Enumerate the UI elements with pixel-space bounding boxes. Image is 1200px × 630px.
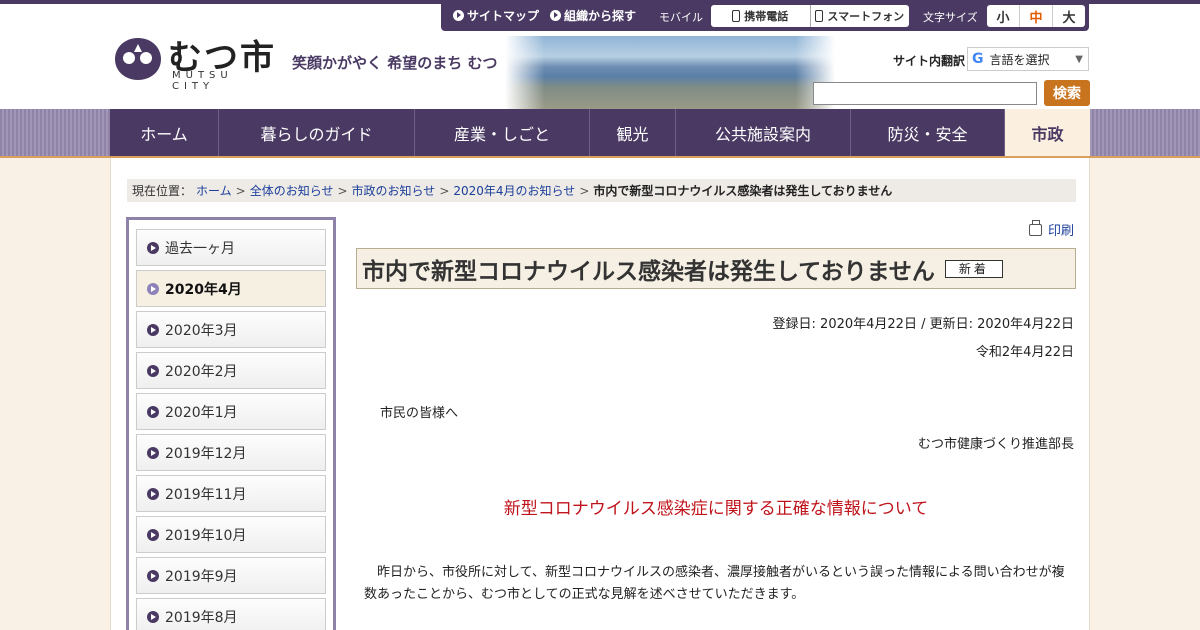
- font-size-group: 小 中 大: [987, 5, 1085, 27]
- header-photo: [505, 36, 835, 109]
- global-nav-bar: ホーム 暮らしのガイド 産業・しごと 観光 公共施設案内 防災・安全 市政: [0, 109, 1200, 158]
- breadcrumb-separator: >: [337, 183, 348, 198]
- breadcrumb-link-home[interactable]: ホーム: [196, 182, 232, 199]
- archive-sidebar: 過去一ヶ月 2020年4月 2020年3月 2020年2月 2020年1月 20…: [126, 217, 336, 630]
- page-title: 市内で新型コロナウイルス感染者は発生しておりません: [362, 258, 935, 285]
- article-headline: 新型コロナウイルス感染症に関する正確な情報について: [503, 499, 929, 519]
- arrow-bullet-icon: [147, 528, 159, 541]
- main-content: 現在位置： ホーム > 全体のお知らせ > 市政のお知らせ > 2020年4月のお知ら…: [110, 158, 1090, 630]
- sitemap-link[interactable]: サイトマップ: [453, 7, 539, 24]
- arrow-bullet-icon: [147, 569, 159, 582]
- printer-icon: [1029, 219, 1042, 236]
- nav-industry-work[interactable]: 産業・しごと: [414, 109, 589, 156]
- sidebar-item-2020-04[interactable]: 2020年4月: [136, 270, 326, 307]
- font-size-small-button[interactable]: 小: [987, 5, 1019, 27]
- breadcrumb-link-city-news[interactable]: 市政のお知らせ: [352, 182, 436, 199]
- article-title-box: 市内で新型コロナウイルス感染者は発生しておりません 新着: [356, 248, 1076, 289]
- logo-subtext: MUTSU CITY: [172, 70, 233, 92]
- font-size-label: 文字サイズ: [923, 11, 978, 24]
- sidebar-item-2019-09[interactable]: 2019年9月: [136, 557, 326, 594]
- arrow-bullet-icon: [147, 610, 159, 623]
- org-search-link[interactable]: 組織から探す: [550, 7, 636, 24]
- nav-disaster-safety[interactable]: 防災・安全: [850, 109, 1004, 156]
- arrow-bullet-icon: [550, 10, 561, 21]
- sidebar-item-2019-10[interactable]: 2019年10月: [136, 516, 326, 553]
- breadcrumb-prefix: 現在位置：: [132, 184, 193, 198]
- arrow-bullet-icon: [147, 364, 159, 377]
- print-link[interactable]: 印刷: [1029, 219, 1074, 239]
- greeting: 市民の皆様へ: [380, 406, 459, 421]
- breadcrumb-current: 市内で新型コロナウイルス感染者は発生しておりません: [593, 184, 893, 198]
- nav-public-facilities[interactable]: 公共施設案内: [675, 109, 850, 156]
- sidebar-item-2020-01[interactable]: 2020年1月: [136, 393, 326, 430]
- utility-bar: サイトマップ 組織から探す モバイル 携帯電話 スマートフォン 文字サイズ 小 …: [441, 0, 1089, 31]
- search-input[interactable]: [813, 82, 1037, 105]
- arrow-bullet-icon: [453, 10, 464, 21]
- smartphone-icon: [815, 10, 824, 22]
- sidebar-item-2020-03[interactable]: 2020年3月: [136, 311, 326, 348]
- arrow-bullet-icon: [147, 282, 159, 295]
- sidebar-item-2019-12[interactable]: 2019年12月: [136, 434, 326, 471]
- arrow-bullet-icon: [147, 487, 159, 500]
- search-button[interactable]: 検索: [1044, 80, 1090, 106]
- language-select-label: 言語を選択: [989, 52, 1050, 67]
- arrow-bullet-icon: [147, 241, 159, 254]
- font-size-large-button[interactable]: 大: [1052, 5, 1085, 27]
- article-date: 令和2年4月22日: [975, 345, 1074, 360]
- nav-tourism[interactable]: 観光: [589, 109, 675, 156]
- chevron-down-icon: ▼: [1075, 53, 1083, 65]
- breadcrumb-link-april-news[interactable]: 2020年4月のお知らせ: [453, 182, 575, 199]
- nav-living-guide[interactable]: 暮らしのガイド: [218, 109, 414, 156]
- sender: むつ市健康づくり推進部長: [917, 437, 1074, 452]
- breadcrumb: 現在位置： ホーム > 全体のお知らせ > 市政のお知らせ > 2020年4月のお知ら…: [127, 179, 1076, 202]
- global-nav: ホーム 暮らしのガイド 産業・しごと 観光 公共施設案内 防災・安全 市政: [110, 109, 1090, 156]
- article-body: 昨日から、市役所に対して、新型コロナウイルスの感染者、濃厚接触者がいるという誤っ…: [364, 565, 1065, 602]
- sidebar-item-2019-08[interactable]: 2019年8月: [136, 598, 326, 630]
- city-emblem-icon: [115, 38, 161, 80]
- sidebar-item-past-month[interactable]: 過去一ヶ月: [136, 229, 326, 266]
- arrow-bullet-icon: [147, 405, 159, 418]
- mobile-label: モバイル: [659, 11, 703, 24]
- translate-label: サイト内翻訳: [893, 54, 966, 68]
- publish-dates: 登録日: 2020年4月22日 / 更新日: 2020年4月22日: [772, 317, 1074, 332]
- phone-icon: [732, 10, 741, 22]
- tagline: 笑顔かがやく 希望のまち むつ: [292, 54, 498, 72]
- language-select[interactable]: G 言語を選択 ▼: [967, 47, 1089, 71]
- arrow-bullet-icon: [147, 323, 159, 336]
- sidebar-item-2019-11[interactable]: 2019年11月: [136, 475, 326, 512]
- google-icon: G: [972, 51, 984, 67]
- breadcrumb-separator: >: [579, 183, 590, 198]
- smartphone-button[interactable]: スマートフォン: [809, 5, 910, 27]
- font-size-medium-button[interactable]: 中: [1019, 5, 1052, 27]
- city-logo[interactable]: むつ市 MUTSU CITY: [112, 32, 282, 92]
- arrow-bullet-icon: [147, 446, 159, 459]
- breadcrumb-separator: >: [439, 183, 450, 198]
- mobile-group: 携帯電話 スマートフォン: [711, 5, 909, 27]
- breadcrumb-link-all-news[interactable]: 全体のお知らせ: [250, 182, 334, 199]
- breadcrumb-separator: >: [235, 183, 246, 198]
- mobile-phone-button[interactable]: 携帯電話: [711, 5, 810, 27]
- nav-home[interactable]: ホーム: [110, 109, 218, 156]
- sidebar-item-2020-02[interactable]: 2020年2月: [136, 352, 326, 389]
- new-badge: 新着: [944, 259, 1003, 278]
- nav-city-government[interactable]: 市政: [1004, 109, 1090, 156]
